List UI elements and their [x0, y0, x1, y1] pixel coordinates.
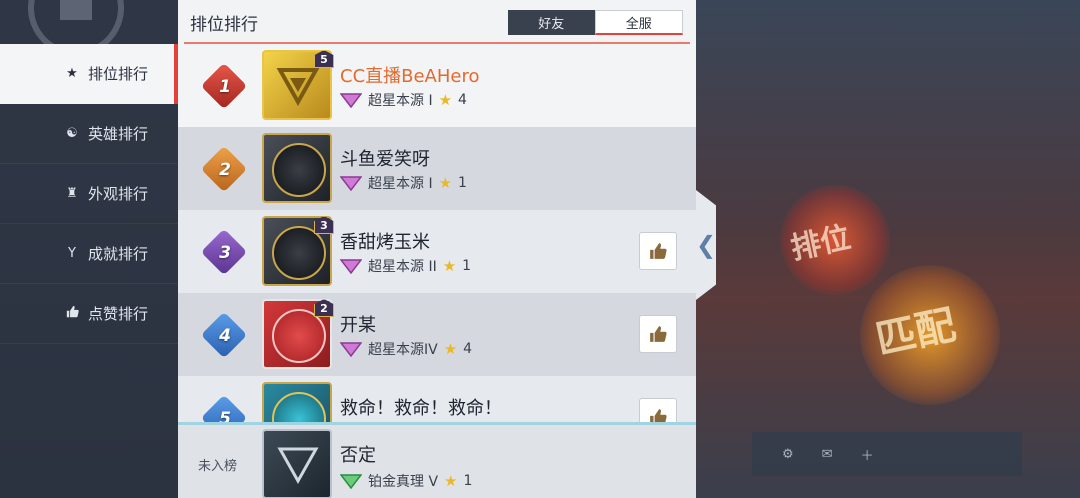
- tier-icon: [340, 176, 362, 191]
- star-icon: ★: [444, 472, 458, 490]
- tier-label: 超星本源 I: [368, 176, 433, 192]
- sidebar-item-label: 英雄排行: [88, 125, 149, 143]
- mail-icon[interactable]: ✉: [822, 447, 833, 462]
- rank-tier: 铂金真理 V ★ 1: [340, 471, 472, 491]
- star-icon: ★: [66, 66, 78, 81]
- player-name: 开某: [340, 315, 376, 336]
- player-name: 香甜烤玉米: [340, 232, 430, 253]
- rank-tier: 超星本源IV ★ 4: [340, 339, 472, 359]
- bottom-toolbar: ⚙ ✉ ＋: [752, 432, 1022, 476]
- hero-icon: ☯: [66, 126, 78, 141]
- panther-emblem-icon: [272, 226, 326, 280]
- chevron-left-icon: ❮: [695, 231, 717, 259]
- star-count: 4: [458, 92, 467, 108]
- rank-tier: 超星本源 I ★ 4: [340, 90, 467, 110]
- platinum-emblem-icon: [277, 447, 319, 485]
- avatar[interactable]: [262, 133, 332, 203]
- rank-number: 2: [219, 160, 231, 180]
- player-name: CC直播BeAHero: [340, 66, 480, 87]
- avatar[interactable]: 5: [262, 50, 334, 120]
- sidebar-item-rank-ranking[interactable]: ★ 排位排行: [0, 44, 178, 104]
- tier-icon: [340, 342, 362, 357]
- tier-label: 超星本源 I: [368, 93, 433, 109]
- like-button[interactable]: [639, 315, 677, 353]
- sidebar-item-achievement-ranking[interactable]: Y 成就排行: [0, 224, 178, 284]
- rank-badge: 1: [200, 62, 248, 110]
- rank-number: 1: [219, 77, 231, 97]
- rank-emblem-icon: [276, 68, 320, 106]
- like-button[interactable]: [639, 232, 677, 270]
- sidebar-item-like-ranking[interactable]: 点赞排行: [0, 284, 178, 344]
- table-row[interactable]: 3 3 香甜烤玉米 超星本源 II ★ 1: [178, 210, 696, 293]
- star-icon: ★: [443, 340, 458, 358]
- table-row[interactable]: 2 斗鱼爱笑呀 超星本源 I ★ 1: [178, 127, 696, 210]
- star-icon: ★: [442, 257, 457, 275]
- scope-tabs: 好友 全服: [508, 10, 683, 35]
- sidebar-nav: ★ 排位排行 ☯ 英雄排行 ♜ 外观排行 Y 成就排行 点赞排行: [0, 44, 178, 344]
- tier-label: 超星本源IV: [368, 342, 438, 358]
- sidebar-item-outfit-ranking[interactable]: ♜ 外观排行: [0, 164, 178, 224]
- rank-tier: 超星本源 I ★ 1: [340, 173, 467, 193]
- unranked-label: 未入榜: [198, 459, 238, 474]
- rank-badge: 4: [200, 311, 248, 359]
- star-count: 4: [463, 341, 473, 357]
- rank-number: 4: [219, 326, 231, 346]
- tier-icon: [340, 259, 362, 274]
- ranking-panel: 排位排行 好友 全服 1 5 CC直播BeAHero 超星本源 I ★ 4 2 …: [178, 0, 696, 498]
- sidebar: ★ 排位排行 ☯ 英雄排行 ♜ 外观排行 Y 成就排行 点赞排行: [0, 0, 178, 498]
- my-rank-row[interactable]: 未入榜 否定 铂金真理 V ★ 1: [178, 422, 696, 498]
- sidebar-item-hero-ranking[interactable]: ☯ 英雄排行: [0, 104, 178, 164]
- table-row[interactable]: 4 2 开某 超星本源IV ★ 4: [178, 293, 696, 376]
- player-name: 斗鱼爱笑呀: [340, 149, 430, 170]
- avatar-star-badge: 5: [314, 50, 334, 68]
- collapse-panel-button[interactable]: ❮: [696, 190, 716, 300]
- rank-number: 3: [219, 243, 231, 263]
- rank-badge: 3: [200, 228, 248, 276]
- rank-badge: 2: [200, 145, 248, 193]
- panther-emblem-icon: [272, 143, 326, 197]
- thumbs-up-icon: [650, 326, 667, 342]
- table-row[interactable]: 1 5 CC直播BeAHero 超星本源 I ★ 4: [178, 44, 696, 127]
- player-name: 否定: [340, 445, 376, 466]
- thumbs-up-icon: [650, 243, 667, 259]
- star-count: 1: [462, 258, 472, 274]
- trophy-icon: Y: [68, 246, 76, 261]
- thumbs-up-icon: [64, 305, 80, 322]
- avatar-star-badge: 3: [314, 216, 334, 234]
- tier-label: 超星本源 II: [368, 259, 437, 275]
- spider-emblem-icon: [272, 309, 326, 363]
- star-icon: ★: [438, 174, 453, 192]
- star-count: 1: [463, 473, 473, 489]
- sidebar-item-label: 排位排行: [88, 65, 149, 83]
- settings-icon[interactable]: ⚙: [782, 447, 794, 462]
- page-title: 排位排行: [190, 15, 258, 35]
- tab-all-server[interactable]: 全服: [594, 10, 683, 35]
- outfit-icon: ♜: [66, 186, 78, 201]
- panel-header: 排位排行 好友 全服: [178, 0, 696, 44]
- sidebar-item-label: 点赞排行: [88, 305, 149, 323]
- add-icon[interactable]: ＋: [861, 445, 874, 464]
- sidebar-item-label: 外观排行: [88, 185, 149, 203]
- rank-tier: 超星本源 II ★ 1: [340, 256, 471, 276]
- star-icon: ★: [438, 91, 453, 109]
- sidebar-item-label: 成就排行: [88, 245, 149, 263]
- avatar-star-badge: 2: [314, 299, 334, 317]
- avatar[interactable]: 2: [262, 299, 334, 369]
- tier-icon: [340, 93, 362, 108]
- avatar[interactable]: 3: [262, 216, 334, 286]
- tab-friends[interactable]: 好友: [508, 10, 595, 35]
- player-name: 救命！救命！救命！: [340, 398, 502, 419]
- background-scene: 排位 匹配 ⚙ ✉ ＋: [690, 0, 1080, 498]
- avatar[interactable]: [262, 429, 332, 498]
- tier-label: 铂金真理 V: [368, 474, 439, 490]
- ranking-list: 1 5 CC直播BeAHero 超星本源 I ★ 4 2 斗鱼爱笑呀 超星本源 …: [178, 44, 696, 459]
- star-count: 1: [458, 175, 467, 191]
- tier-icon: [340, 474, 362, 489]
